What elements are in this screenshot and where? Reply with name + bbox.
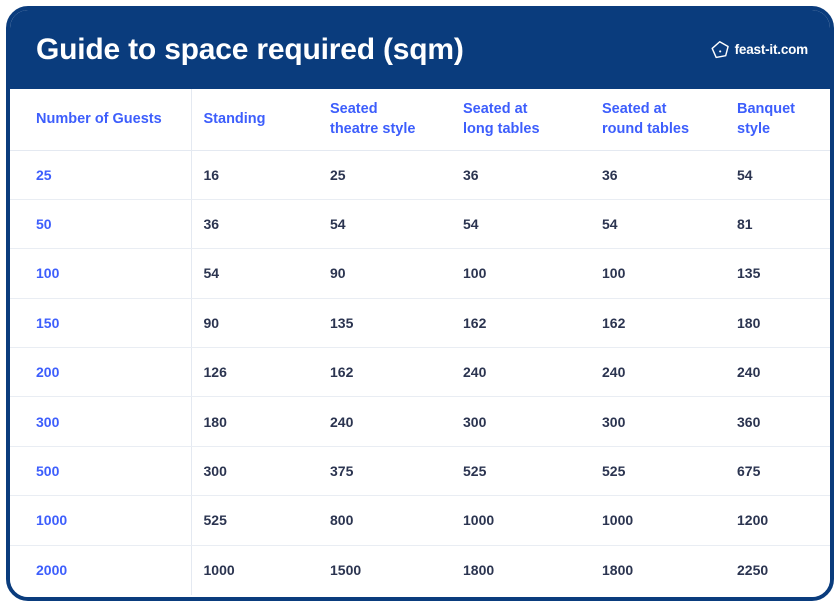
cell-banquet: 675 <box>725 446 830 497</box>
space-requirements-table: Number of Guests Standing Seated theatre… <box>10 89 830 595</box>
table-row: 200 126 162 240 240 240 <box>10 347 830 398</box>
cell-round-tables: 54 <box>590 199 725 250</box>
column-header-banquet-style: Banquet style <box>725 89 830 151</box>
cell-long-tables: 1800 <box>463 562 495 579</box>
column-header-line2: style <box>737 121 771 138</box>
column-header-line1: Seated <box>330 101 378 118</box>
cell-guests: 300 <box>10 396 191 447</box>
cell-standing: 90 <box>190 298 318 349</box>
cell-guests: 200 <box>10 347 191 398</box>
column-header-line2: long tables <box>463 121 540 138</box>
table-row: 300 180 240 300 300 360 <box>10 396 830 447</box>
cell-round-tables: 36 <box>590 150 725 200</box>
page-title: Guide to space required (sqm) <box>36 32 464 66</box>
column-header-line1: Banquet <box>737 101 795 118</box>
cell-theatre: 1500 <box>330 562 362 579</box>
cell-long-tables: 162 <box>451 298 590 349</box>
cell-standing: 16 <box>190 150 318 200</box>
cell-guests: 150 <box>10 298 191 349</box>
column-header-line1: Standing <box>203 111 266 128</box>
cell-round-tables: 1000 <box>590 495 725 546</box>
cell-standing: 525 <box>190 495 318 546</box>
cell-long-tables: 1000 <box>451 495 590 546</box>
cell-round-tables: 240 <box>590 347 725 398</box>
brand-name: feast-it.com <box>734 42 809 57</box>
table-row: 1000 525 800 1000 1000 1200 <box>10 495 830 546</box>
brand-logo[interactable]: feast-it.com <box>711 40 808 59</box>
table-row: 150 90 135 162 162 180 <box>10 298 830 349</box>
cell-guests: 1000 <box>10 495 191 546</box>
cell-round-tables: 162 <box>590 298 725 349</box>
table-row: 2000 1000 1500 1800 1800 2250 <box>10 545 830 595</box>
cell-banquet: 1200 <box>725 495 830 546</box>
table-header-row: Number of Guests Standing Seated theatre… <box>10 89 830 151</box>
cell-banquet: 240 <box>725 347 830 398</box>
cell-banquet: 135 <box>725 248 830 299</box>
cell-banquet: 2250 <box>737 562 769 579</box>
cell-long-tables: 240 <box>451 347 590 398</box>
cell-theatre: 54 <box>318 199 451 250</box>
cell-theatre: 800 <box>318 495 451 546</box>
column-header-seated-at-long-tables: Seated at long tables <box>451 89 590 151</box>
cell-standing: 54 <box>190 248 318 299</box>
column-header-seated-at-round-tables: Seated at round tables <box>590 89 725 151</box>
cell-banquet: 360 <box>725 396 830 447</box>
cell-standing: 36 <box>190 199 318 250</box>
column-header-line1: Seated at <box>602 101 667 118</box>
cell-round-tables: 525 <box>590 446 725 497</box>
cell-theatre: 240 <box>318 396 451 447</box>
cell-guests: 500 <box>10 446 191 497</box>
table-row: 25 16 25 36 36 54 <box>10 150 830 200</box>
cell-banquet: 81 <box>725 199 830 250</box>
cell-standing: 180 <box>190 396 318 447</box>
cell-round-tables: 100 <box>590 248 725 299</box>
table-row: 50 36 54 54 54 81 <box>10 199 830 250</box>
column-header-seated-theatre-style: Seated theatre style <box>318 89 451 151</box>
cell-standing: 300 <box>190 446 318 497</box>
column-header-line1: Seated at <box>463 101 528 118</box>
cell-theatre: 90 <box>318 248 451 299</box>
table-body: 25 16 25 36 36 54 50 36 54 54 54 81 100 <box>10 150 830 595</box>
table-row: 100 54 90 100 100 135 <box>10 248 830 299</box>
cell-guests: 25 <box>10 150 191 200</box>
card-header: Guide to space required (sqm) feast-it.c… <box>10 10 830 89</box>
cell-long-tables: 100 <box>451 248 590 299</box>
space-guide-card: Guide to space required (sqm) feast-it.c… <box>6 6 834 601</box>
cell-long-tables: 36 <box>451 150 590 200</box>
column-header-line1: Number of Guests <box>36 111 162 128</box>
cell-guests: 100 <box>10 248 191 299</box>
cell-theatre: 375 <box>318 446 451 497</box>
cell-guests: 50 <box>10 199 191 250</box>
cell-long-tables: 525 <box>451 446 590 497</box>
column-header-line2: theatre style <box>330 121 416 138</box>
cell-standing: 1000 <box>190 545 318 595</box>
cell-banquet: 54 <box>725 150 830 200</box>
cell-long-tables: 300 <box>451 396 590 447</box>
column-header-line2: round tables <box>602 121 690 138</box>
table-row: 500 300 375 525 525 675 <box>10 446 830 497</box>
cell-round-tables: 300 <box>590 396 725 447</box>
cell-theatre: 162 <box>318 347 451 398</box>
cell-theatre: 25 <box>318 150 451 200</box>
cell-theatre: 135 <box>318 298 451 349</box>
pentagon-dot-logo-icon <box>711 40 730 59</box>
cell-standing: 126 <box>190 347 318 398</box>
column-header-number-of-guests: Number of Guests <box>10 89 191 151</box>
table-container: Number of Guests Standing Seated theatre… <box>10 89 830 597</box>
cell-long-tables: 54 <box>451 199 590 250</box>
cell-banquet: 180 <box>725 298 830 349</box>
cell-guests: 2000 <box>36 562 68 579</box>
column-header-standing: Standing <box>190 89 318 151</box>
cell-round-tables: 1800 <box>602 562 634 579</box>
